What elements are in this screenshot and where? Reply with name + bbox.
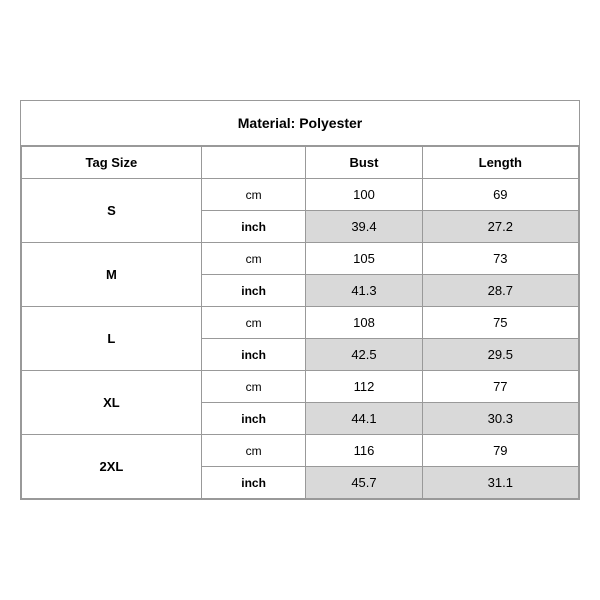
unit-cm: cm — [201, 179, 306, 211]
tag-size-cell: L — [22, 307, 202, 371]
tag-size-cell: 2XL — [22, 435, 202, 499]
table-row: S cm 100 69 — [22, 179, 579, 211]
bust-inch: 42.5 — [306, 339, 422, 371]
length-inch: 28.7 — [422, 275, 578, 307]
bust-cm: 100 — [306, 179, 422, 211]
unit-inch: inch — [201, 275, 306, 307]
tag-size-cell: XL — [22, 371, 202, 435]
header-tag-size: Tag Size — [22, 147, 202, 179]
length-cm: 75 — [422, 307, 578, 339]
length-cm: 69 — [422, 179, 578, 211]
table-row: XL cm 112 77 — [22, 371, 579, 403]
table-row: M cm 105 73 — [22, 243, 579, 275]
unit-cm: cm — [201, 243, 306, 275]
unit-inch: inch — [201, 211, 306, 243]
tag-size-cell: S — [22, 179, 202, 243]
length-inch: 30.3 — [422, 403, 578, 435]
bust-inch: 39.4 — [306, 211, 422, 243]
bust-inch: 41.3 — [306, 275, 422, 307]
table-row: 2XL cm 116 79 — [22, 435, 579, 467]
length-inch: 27.2 — [422, 211, 578, 243]
bust-cm: 105 — [306, 243, 422, 275]
size-table: Tag Size Bust Length S cm 100 69 inch 39… — [21, 146, 579, 499]
length-cm: 73 — [422, 243, 578, 275]
unit-inch: inch — [201, 403, 306, 435]
unit-cm: cm — [201, 307, 306, 339]
header-bust: Bust — [306, 147, 422, 179]
bust-inch: 44.1 — [306, 403, 422, 435]
unit-cm: cm — [201, 371, 306, 403]
length-cm: 79 — [422, 435, 578, 467]
length-inch: 31.1 — [422, 467, 578, 499]
bust-inch: 45.7 — [306, 467, 422, 499]
length-inch: 29.5 — [422, 339, 578, 371]
bust-cm: 108 — [306, 307, 422, 339]
unit-inch: inch — [201, 467, 306, 499]
size-chart-wrapper: Material: Polyester Tag Size Bust Length… — [20, 100, 580, 500]
header-length: Length — [422, 147, 578, 179]
bust-cm: 112 — [306, 371, 422, 403]
header-row: Tag Size Bust Length — [22, 147, 579, 179]
tag-size-cell: M — [22, 243, 202, 307]
unit-inch: inch — [201, 339, 306, 371]
unit-cm: cm — [201, 435, 306, 467]
chart-title: Material: Polyester — [21, 101, 579, 146]
table-row: L cm 108 75 — [22, 307, 579, 339]
length-cm: 77 — [422, 371, 578, 403]
bust-cm: 116 — [306, 435, 422, 467]
header-empty — [201, 147, 306, 179]
